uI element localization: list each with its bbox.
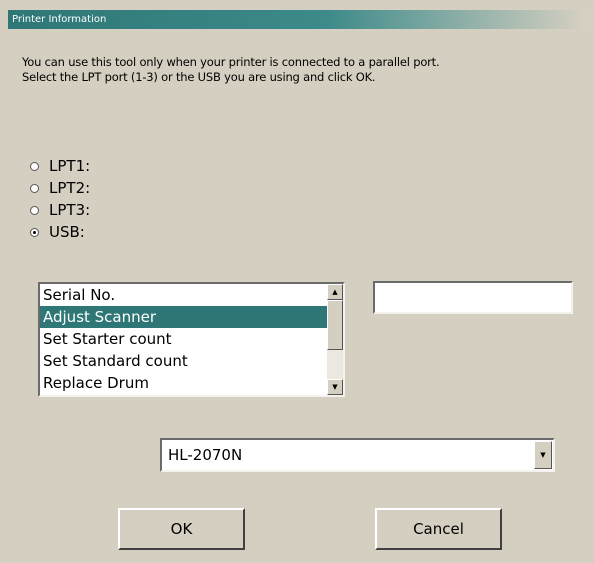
- radio-label-lpt3: LPT3:: [49, 201, 91, 219]
- radio-label-lpt1: LPT1:: [49, 157, 91, 175]
- list-item-serial-no[interactable]: Serial No.: [40, 284, 327, 306]
- scroll-down-button[interactable]: ▼: [327, 379, 343, 395]
- radio-usb[interactable]: USB:: [30, 221, 90, 243]
- radio-label-lpt2: LPT2:: [49, 179, 91, 197]
- function-list-items: Serial No. Adjust Scanner Set Starter co…: [40, 284, 327, 394]
- cancel-button[interactable]: Cancel: [375, 508, 502, 550]
- radio-lpt2[interactable]: LPT2:: [30, 177, 90, 199]
- radio-button-usb[interactable]: [30, 227, 39, 237]
- list-item-replace-drum[interactable]: Replace Drum: [40, 372, 327, 394]
- model-select[interactable]: HL-2070N ▼: [160, 438, 555, 472]
- radio-lpt1[interactable]: LPT1:: [30, 155, 90, 177]
- list-item-set-standard-count[interactable]: Set Standard count: [40, 350, 327, 372]
- scroll-thumb[interactable]: [327, 300, 343, 350]
- radio-button-lpt3[interactable]: [30, 205, 39, 215]
- instructions-line-1: You can use this tool only when your pri…: [22, 55, 440, 69]
- port-radio-group: LPT1: LPT2: LPT3: USB:: [30, 155, 90, 243]
- instructions-line-2: Select the LPT port (1-3) or the USB you…: [22, 70, 376, 84]
- radio-label-usb: USB:: [49, 223, 85, 241]
- title-bar: Printer Information: [8, 10, 586, 29]
- model-select-value: HL-2070N: [168, 446, 243, 464]
- list-item-set-starter-count[interactable]: Set Starter count: [40, 328, 327, 350]
- up-arrow-icon: ▲: [332, 288, 338, 296]
- radio-lpt3[interactable]: LPT3:: [30, 199, 90, 221]
- chevron-down-icon: ▼: [540, 451, 546, 459]
- list-item-adjust-scanner[interactable]: Adjust Scanner: [40, 306, 327, 328]
- radio-button-lpt1[interactable]: [30, 161, 39, 171]
- radio-button-lpt2[interactable]: [30, 183, 39, 193]
- printer-information-dialog: Printer Information You can use this too…: [0, 0, 594, 563]
- serial-number-field[interactable]: [373, 281, 573, 314]
- down-arrow-icon: ▼: [332, 383, 338, 391]
- list-scrollbar[interactable]: ▲ ▼: [327, 284, 343, 395]
- model-dropdown-button[interactable]: ▼: [534, 441, 552, 469]
- function-listbox[interactable]: Serial No. Adjust Scanner Set Starter co…: [38, 282, 345, 397]
- instructions-text: You can use this tool only when your pri…: [22, 55, 582, 85]
- ok-button[interactable]: OK: [118, 508, 245, 550]
- scroll-up-button[interactable]: ▲: [327, 284, 343, 300]
